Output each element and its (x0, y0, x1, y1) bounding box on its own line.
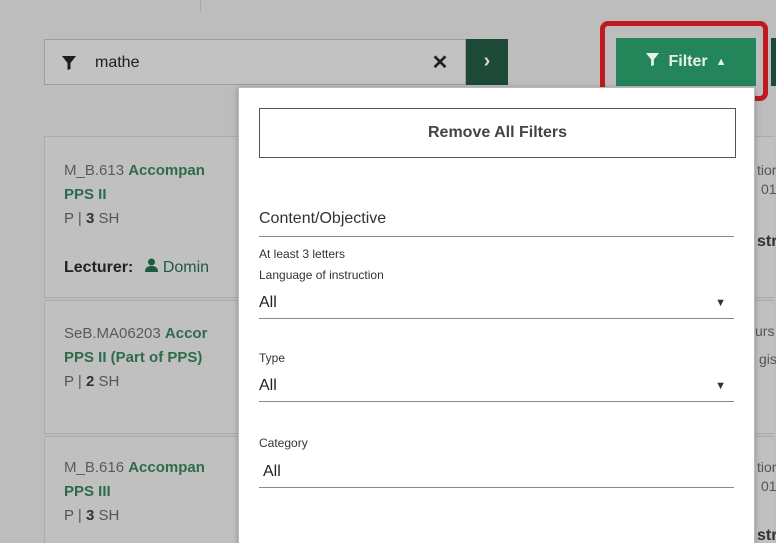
search-bar[interactable]: ✕ (44, 39, 466, 85)
type-select[interactable]: All ▼ (259, 372, 734, 402)
course-meta: P | 3 SH (64, 507, 120, 524)
course-meta: P | 3 SH (64, 210, 120, 227)
course-code: SeB.MA06203 Accor (64, 325, 208, 342)
side-text: str (757, 233, 776, 250)
lecturer-link[interactable]: Domin (145, 258, 209, 276)
search-submit-button[interactable]: › (466, 39, 508, 85)
side-text: 01 (761, 478, 776, 494)
filter-panel: Remove All Filters Content/Objective At … (238, 87, 755, 543)
language-label: Language of instruction (259, 268, 384, 282)
course-code: M_B.613 Accompan (64, 162, 205, 179)
category-label: Category (259, 436, 308, 450)
side-text: tior (757, 162, 776, 178)
course-subtitle: PPS II (Part of PPS) (64, 349, 203, 366)
side-text: str (757, 527, 776, 543)
category-select-value: All (263, 463, 281, 480)
clear-search-icon[interactable]: ✕ (427, 50, 453, 76)
person-icon (145, 258, 159, 272)
side-text: gis (759, 351, 776, 367)
language-select-value: All (259, 294, 277, 311)
side-text: urs (755, 323, 775, 339)
input-hint: At least 3 letters (259, 247, 346, 261)
course-subtitle: PPS III (64, 483, 111, 500)
category-select[interactable]: All (259, 458, 734, 488)
course-code: M_B.616 Accompan (64, 459, 205, 476)
dropdown-arrow-icon: ▼ (715, 380, 726, 392)
type-select-value: All (259, 377, 277, 394)
search-input[interactable] (95, 50, 415, 76)
language-select[interactable]: All ▼ (259, 289, 734, 319)
side-text: 01 (761, 181, 776, 197)
top-divider (200, 0, 201, 12)
content-objective-input[interactable]: Content/Objective (259, 203, 734, 237)
lecturer-row: Lecturer: Domin (64, 258, 210, 276)
side-text: tior (757, 459, 776, 475)
filter-funnel-icon (61, 55, 77, 76)
dropdown-arrow-icon: ▼ (715, 297, 726, 309)
type-label: Type (259, 351, 286, 365)
course-meta: P | 2 SH (64, 373, 120, 390)
remove-all-filters-button[interactable]: Remove All Filters (259, 108, 736, 158)
course-subtitle: PPS II (64, 186, 107, 203)
right-edge-button[interactable] (771, 38, 776, 86)
